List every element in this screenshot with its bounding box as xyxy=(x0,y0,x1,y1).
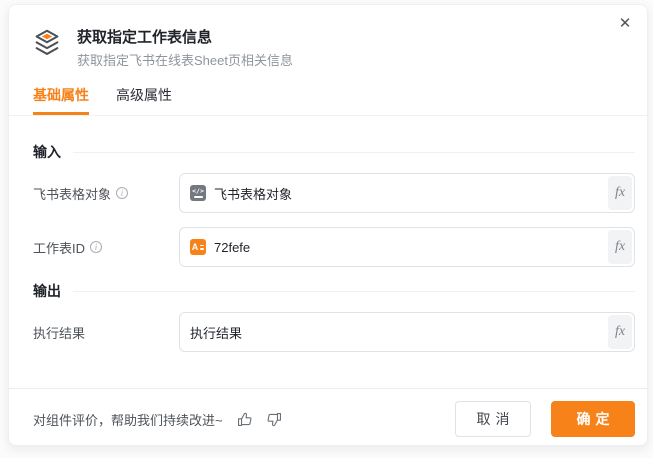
fx-button[interactable]: fx xyxy=(608,230,632,264)
field-label: 工作表ID xyxy=(33,238,179,257)
code-badge-icon: </> xyxy=(190,185,206,201)
field-label-text: 执行结果 xyxy=(33,323,85,342)
cancel-button[interactable]: 取消 xyxy=(455,401,531,437)
dialog-footer: 对组件评价，帮助我们持续改进~ 取消 确定 xyxy=(33,401,635,437)
input-value: 72fefe xyxy=(214,240,250,255)
footer-divider xyxy=(9,388,647,389)
field-row-feishu-table-object: 飞书表格对象 </> 飞书表格对象 fx xyxy=(33,173,635,213)
page-background: ✕ 获取指定工作表信息 获取指定飞书在线表Sheet页相关信息 基础属性 高级属… xyxy=(0,0,653,458)
feedback-area: 对组件评价，帮助我们持续改进~ xyxy=(33,410,283,429)
section-header-output: 输出 xyxy=(33,281,635,301)
tab-advanced-properties[interactable]: 高级属性 xyxy=(116,85,172,115)
dialog-body: 输入 飞书表格对象 </> 飞书表格对象 fx xyxy=(33,131,635,366)
section-title-input: 输入 xyxy=(33,142,61,162)
header-titles: 获取指定工作表信息 获取指定飞书在线表Sheet页相关信息 xyxy=(77,27,293,71)
field-label-text: 工作表ID xyxy=(33,238,85,257)
field-row-worksheet-id: 工作表ID A 72fefe fx xyxy=(33,227,635,267)
section-title-output: 输出 xyxy=(33,281,61,301)
footer-buttons: 取消 确定 xyxy=(455,401,635,437)
fx-button[interactable]: fx xyxy=(608,176,632,210)
info-icon[interactable] xyxy=(90,241,102,253)
worksheet-info-dialog: ✕ 获取指定工作表信息 获取指定飞书在线表Sheet页相关信息 基础属性 高级属… xyxy=(8,4,648,446)
section-divider xyxy=(73,152,635,153)
section-header-input: 输入 xyxy=(33,142,635,162)
tab-bar: 基础属性 高级属性 xyxy=(9,85,647,116)
tab-basic-properties[interactable]: 基础属性 xyxy=(33,85,89,115)
info-icon[interactable] xyxy=(116,187,128,199)
thumb-down-icon[interactable] xyxy=(266,411,283,428)
layers-icon xyxy=(33,29,61,59)
confirm-button[interactable]: 确定 xyxy=(551,401,635,437)
field-row-execution-result: 执行结果 执行结果 fx xyxy=(33,312,635,352)
close-icon[interactable]: ✕ xyxy=(615,13,635,33)
dialog-header: 获取指定工作表信息 获取指定飞书在线表Sheet页相关信息 xyxy=(33,27,293,71)
text-type-glyph: A xyxy=(192,243,199,252)
dialog-title: 获取指定工作表信息 xyxy=(77,27,293,49)
thumb-up-icon[interactable] xyxy=(236,411,253,428)
field-label: 飞书表格对象 xyxy=(33,184,179,203)
input-value: 执行结果 xyxy=(190,323,242,342)
section-divider xyxy=(73,291,635,292)
text-type-icon: A xyxy=(190,239,206,255)
feishu-table-object-input[interactable]: </> 飞书表格对象 fx xyxy=(179,173,635,213)
code-badge-bar xyxy=(194,196,203,198)
field-label-text: 飞书表格对象 xyxy=(33,184,111,203)
fx-button[interactable]: fx xyxy=(608,315,632,349)
text-type-lines xyxy=(200,245,204,250)
execution-result-input[interactable]: 执行结果 fx xyxy=(179,312,635,352)
input-value: 飞书表格对象 xyxy=(214,184,292,203)
code-glyph: </> xyxy=(192,188,204,195)
dialog-subtitle: 获取指定飞书在线表Sheet页相关信息 xyxy=(77,51,293,71)
feedback-text: 对组件评价，帮助我们持续改进~ xyxy=(33,410,223,429)
field-label: 执行结果 xyxy=(33,323,179,342)
worksheet-id-input[interactable]: A 72fefe fx xyxy=(179,227,635,267)
